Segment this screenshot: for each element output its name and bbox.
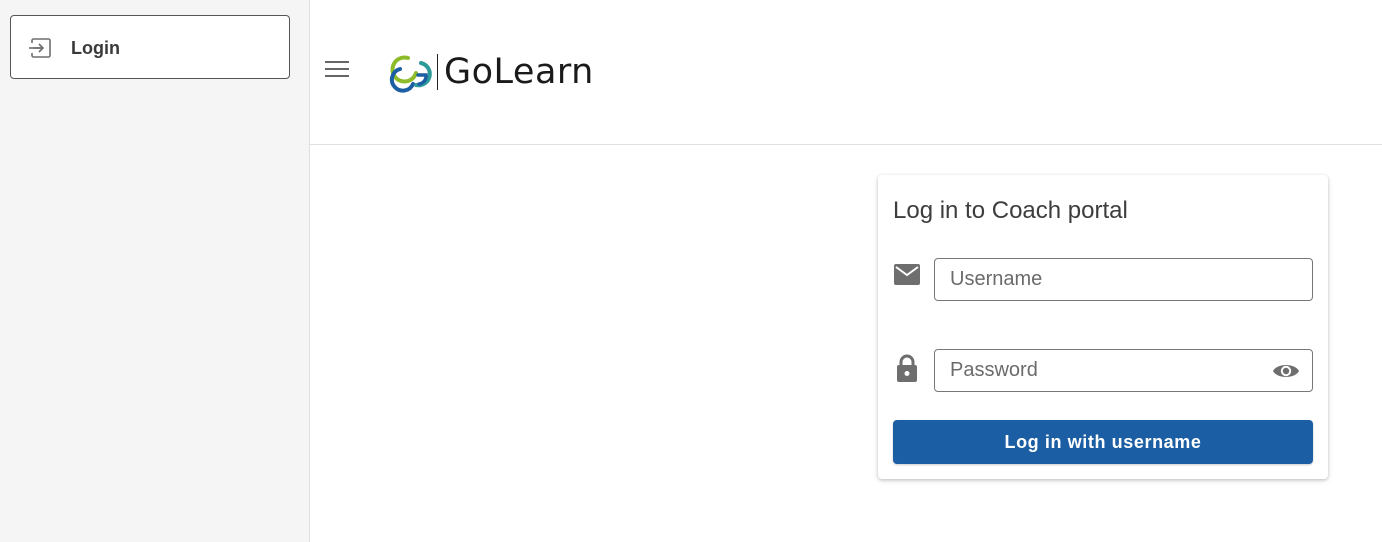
username-input[interactable] (935, 259, 1312, 300)
login-icon (29, 36, 53, 60)
golearn-logo[interactable]: GoLearn (386, 50, 594, 94)
eye-icon[interactable] (1272, 359, 1299, 383)
top-header: GoLearn (310, 0, 1382, 145)
sidebar: Login (0, 0, 310, 542)
login-card: Log in to Coach portal Username Log in w… (878, 175, 1328, 479)
login-with-username-button[interactable]: Log in with username (893, 420, 1313, 464)
lock-icon (894, 353, 920, 382)
sidebar-item-login[interactable]: Login (10, 15, 290, 79)
username-field-container (934, 258, 1313, 301)
sidebar-item-label: Login (71, 38, 120, 58)
password-input[interactable] (935, 350, 1312, 391)
login-title: Log in to Coach portal (893, 197, 1128, 224)
hamburger-menu-icon[interactable] (324, 58, 350, 82)
app-root: Login GoLearn Log in to Coach portal Use… (0, 0, 1382, 542)
email-icon (894, 264, 920, 290)
logo-divider (437, 54, 438, 90)
password-field-container (934, 349, 1313, 392)
logo-wordmark: GoLearn (444, 52, 594, 92)
golearn-logo-icon (386, 51, 432, 93)
